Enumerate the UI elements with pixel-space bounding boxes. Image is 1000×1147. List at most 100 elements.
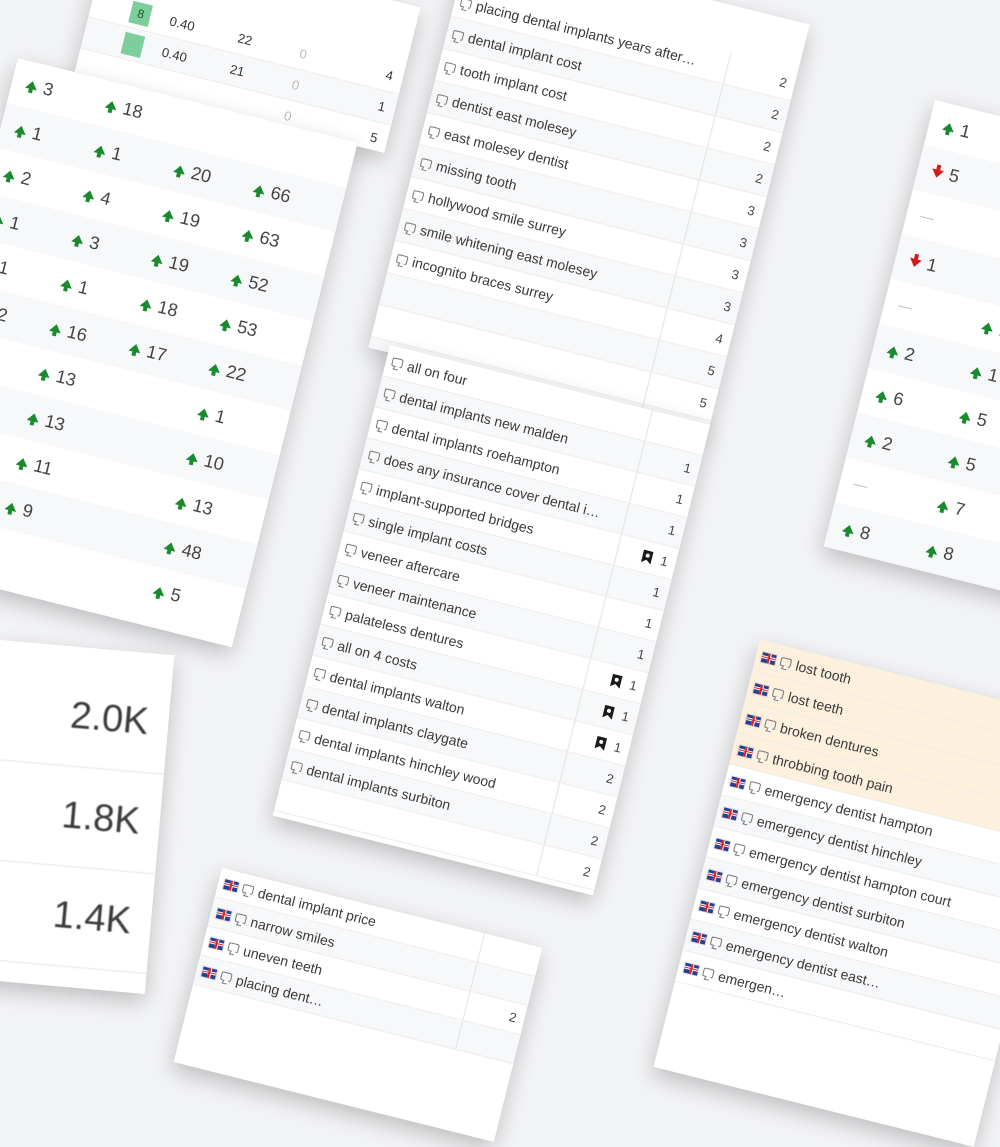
rank-value: 1 <box>658 553 670 570</box>
rank-value: 1 <box>682 459 693 477</box>
rank-changes-grid: 3181120662419631319521118536216172221311… <box>0 58 358 634</box>
arrow-up-icon <box>139 298 154 309</box>
rank-change-cell: 66 <box>237 174 322 214</box>
keyword-icon <box>375 419 389 431</box>
rank-change-cell: 19 <box>136 244 221 284</box>
rank-change-value: 22 <box>224 360 249 385</box>
uk-flag-icon <box>223 878 240 892</box>
rank-change-cell <box>71 522 151 542</box>
rank-value: 2 <box>762 137 773 155</box>
rank-change-cell <box>0 546 60 566</box>
search-volume-value: 2.0K <box>0 659 173 775</box>
arrow-up-icon <box>969 365 984 377</box>
bookmark-icon[interactable] <box>640 549 655 565</box>
rank-change-cell: 3 <box>56 224 141 264</box>
rank-value: 6 <box>891 387 906 410</box>
uk-flag-icon <box>215 907 232 921</box>
arrow-up-icon <box>886 344 900 356</box>
rank-change-value: 63 <box>257 226 282 251</box>
bookmark-icon[interactable] <box>609 673 624 689</box>
keywords-center-list: all on four dental implants new malden 1 de… <box>273 345 711 891</box>
rank-change-cell: 1 <box>182 397 267 437</box>
rank-change-cell: 1 <box>78 135 163 175</box>
rank-value: 4 <box>714 330 725 347</box>
rank-value: — <box>918 207 937 227</box>
arrow-up-icon <box>150 253 165 265</box>
rank-value: 2 <box>604 770 616 787</box>
competition-value: 0 <box>290 76 301 94</box>
keyword-icon <box>451 29 465 41</box>
rank-value: 1 <box>674 491 686 508</box>
rank-change-value: 66 <box>268 182 294 207</box>
keyword-icon <box>383 388 397 400</box>
bookmark-icon[interactable] <box>593 736 608 752</box>
arrow-up-icon <box>208 362 222 374</box>
rank-value: 1 <box>985 363 1000 386</box>
rank-change-value: 1 <box>213 405 228 428</box>
rank-change-cell: 2 <box>0 159 72 199</box>
arrow-up-icon <box>71 233 85 245</box>
rank-change-value: 1 <box>7 211 23 234</box>
arrow-up-icon <box>252 183 267 195</box>
rank-change-cell: 1 <box>0 249 50 289</box>
arrow-up-icon <box>161 208 176 220</box>
keyword-text[interactable]: lost tooth <box>794 657 853 686</box>
rank-change-value: 1 <box>0 256 12 279</box>
keyword-icon <box>756 749 770 762</box>
keyword-icon <box>305 698 319 711</box>
keyword-icon <box>298 729 311 742</box>
rank-change-cell: 13 <box>160 487 245 527</box>
rank-change-value: 13 <box>53 365 79 390</box>
arrow-up-icon <box>174 496 189 508</box>
bookmark-icon[interactable] <box>601 704 616 720</box>
rank-change-cell: 20 <box>158 154 243 194</box>
rank-change-value: 3 <box>87 231 102 254</box>
arrow-down-icon <box>930 168 945 180</box>
arrow-up-icon <box>60 278 74 289</box>
keywords-bottom-left-card: dental implant price narrow smiles uneven … <box>173 868 543 1142</box>
rank-cell: — <box>838 472 929 509</box>
rank-change-cell: 4 <box>67 179 152 219</box>
arrow-up-icon <box>2 169 17 180</box>
arrow-up-icon <box>942 121 956 133</box>
rank-change-value: 3 <box>41 77 56 100</box>
arrow-up-icon <box>128 342 143 354</box>
rank-change-cell <box>251 140 331 160</box>
rank-change-cell: 16 <box>34 313 119 353</box>
rank-value: 1 <box>635 646 647 663</box>
arrow-up-icon <box>104 99 119 111</box>
rank-cell: — <box>883 293 974 330</box>
rank-value: 2 <box>754 169 765 187</box>
rank-change-cell: 48 <box>148 531 233 571</box>
arrow-up-icon <box>980 321 995 332</box>
rank-value: 1 <box>666 522 678 539</box>
rank-changes-card: 3181120662419631319521118536216172221311… <box>0 58 358 648</box>
uk-flag-icon <box>737 744 754 758</box>
keyword-icon <box>329 605 342 617</box>
search-volume-value: 1.8K <box>0 759 164 875</box>
keywords-bottom-right-card: lost tooth lost teeth broken dentures throb… <box>653 640 1000 1147</box>
rank-change-cell: 13 <box>12 402 97 442</box>
rank-value: 5 <box>963 453 979 475</box>
rank-value: 2 <box>778 73 789 91</box>
uk-flag-icon <box>745 713 762 727</box>
rank-value: — <box>852 475 870 494</box>
rank-cell: — <box>905 204 996 241</box>
uk-flag-icon <box>760 651 777 665</box>
keyword-icon <box>390 357 404 369</box>
rank-change-value: 20 <box>189 162 214 187</box>
arrow-up-icon <box>241 228 256 240</box>
rank-value: 3 <box>746 201 757 219</box>
search-volume-value: 1.4K <box>0 859 156 975</box>
rank-change-value: 13 <box>190 494 216 519</box>
rank-change-cell <box>60 566 140 586</box>
arrow-up-icon <box>219 317 233 329</box>
search-volume-list: 2.0K 1.8K 1.4K <box>0 640 174 975</box>
rank-change-cell: 52 <box>215 264 300 304</box>
keyword-text[interactable]: lost teeth <box>786 688 845 717</box>
arrow-up-icon <box>163 541 178 552</box>
arrow-up-icon <box>48 322 63 334</box>
rank-change-cell: 3 <box>10 70 95 110</box>
rank-value: 7 <box>952 497 968 520</box>
keyword-icon <box>344 543 358 555</box>
